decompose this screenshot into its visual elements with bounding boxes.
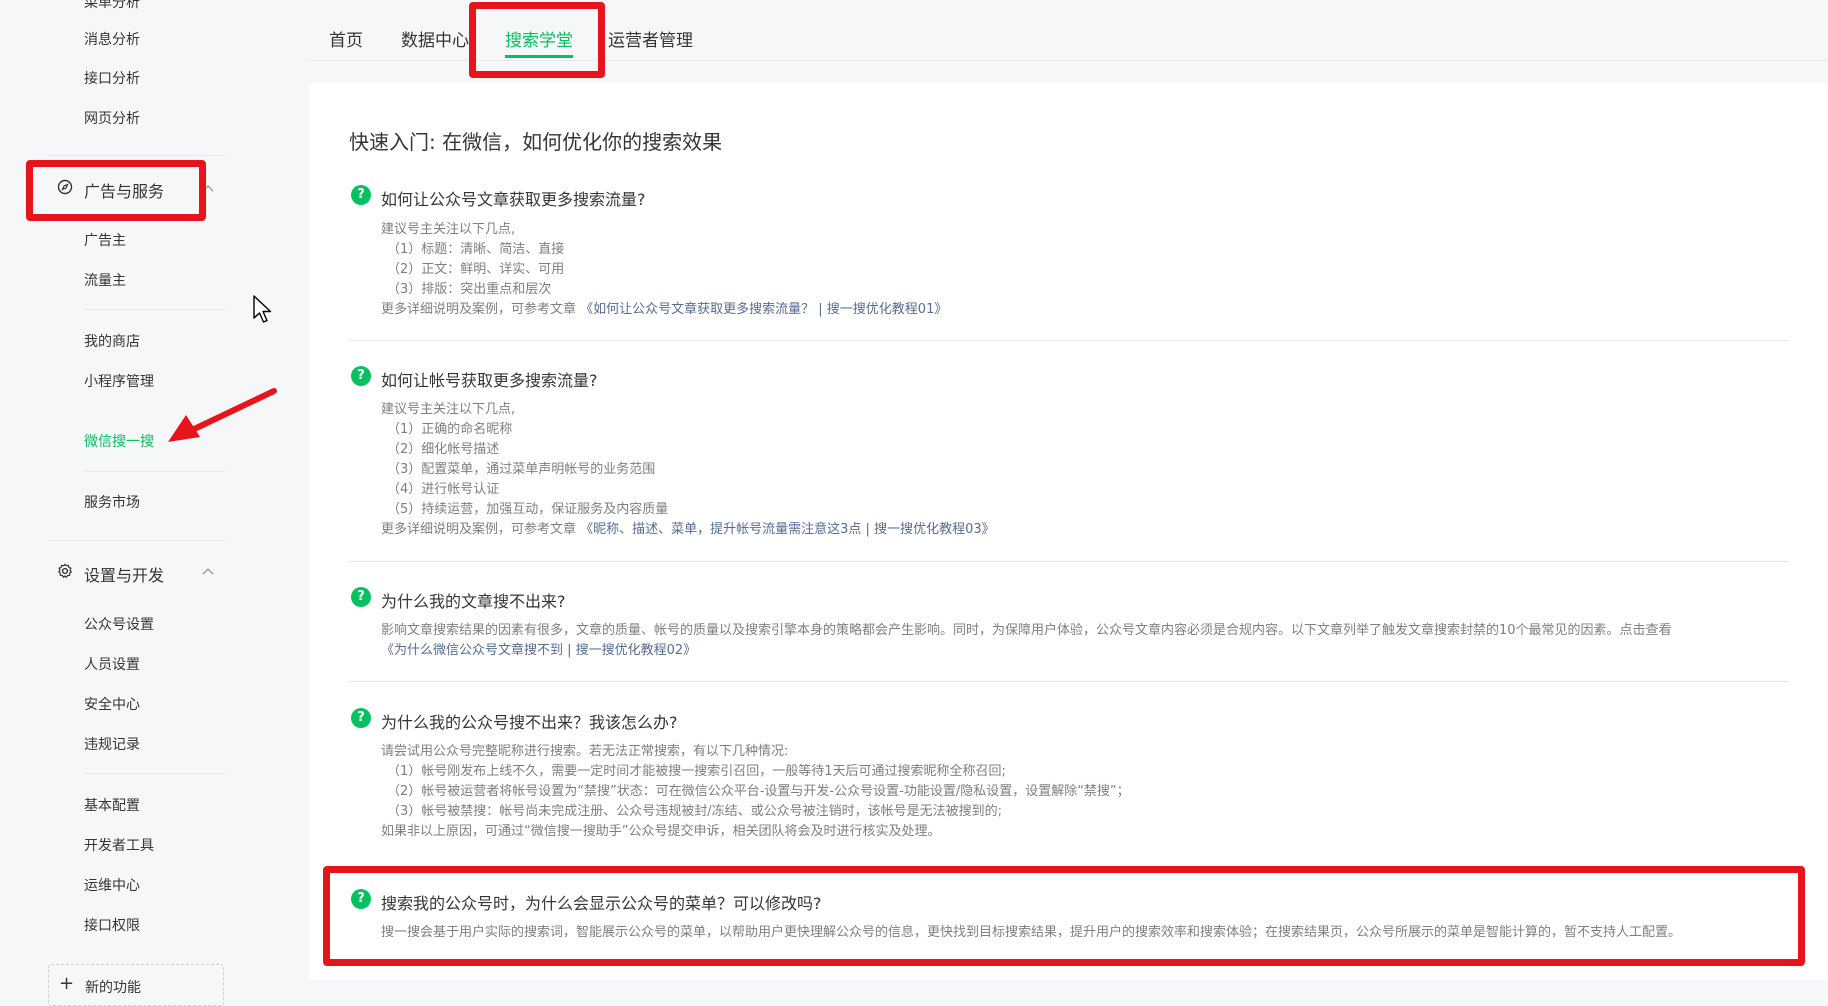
section-text: （3）帐号被禁搜：帐号尚未完成注册、公众号违规被封/冻结、或公众号被注销时，该帐…: [387, 804, 1003, 819]
new-function-label: 新的功能: [85, 980, 141, 996]
section-more-line: 更多详细说明及案例，可参考文章 《如何让公众号文章获取更多搜索流量？ | 搜一搜…: [381, 298, 947, 317]
section-title: 为什么我的公众号搜不出来？我该怎么办?: [381, 713, 678, 732]
question-icon: ?: [351, 587, 371, 607]
sidebar-item-web-analysis[interactable]: 网页分析: [84, 108, 140, 128]
sidebar-divider: [48, 155, 226, 156]
sidebar-item-message-analysis[interactable]: 消息分析: [84, 29, 140, 49]
article-link-line: 《为什么微信公众号文章搜不到 | 搜一搜优化教程02》: [381, 639, 696, 658]
arrow-annotation-icon: [168, 388, 277, 442]
annotation-highlight-section: [323, 866, 1805, 966]
section-title: 如何让帐号获取更多搜索流量?: [381, 371, 598, 390]
sidebar-item-menu-analysis[interactable]: 菜单分析: [84, 0, 140, 12]
sidebar-item-publisher[interactable]: 流量主: [84, 270, 126, 290]
new-function-button[interactable]: + 新的功能: [48, 964, 224, 1006]
sidebar-item-account-settings[interactable]: 公众号设置: [84, 614, 154, 634]
section-text: （2）正文：鲜明、详实、可用: [387, 262, 565, 277]
sidebar-item-ops-center[interactable]: 运维中心: [84, 875, 140, 895]
section-more-line: 更多详细说明及案例，可参考文章 《昵称、描述、菜单，提升帐号流量需注意这3点 |…: [381, 518, 995, 537]
question-icon: ?: [351, 185, 371, 205]
section-text: （2）帐号被运营者将帐号设置为“禁搜”状态：可在微信公众平台-设置与开发-公众号…: [387, 784, 1130, 799]
section-text: （1）标题：清晰、简洁、直接: [387, 242, 565, 257]
article-link[interactable]: 《昵称、描述、菜单，提升帐号流量需注意这3点 | 搜一搜优化教程03》: [580, 522, 994, 537]
tab-data-center[interactable]: 数据中心: [401, 26, 469, 51]
sidebar-item-wechat-search[interactable]: 微信搜一搜: [84, 431, 154, 451]
chevron-up-icon[interactable]: [202, 567, 214, 575]
sidebar-item-api-permissions[interactable]: 接口权限: [84, 915, 140, 935]
sidebar-item-miniprogram[interactable]: 小程序管理: [84, 371, 154, 391]
sidebar-item-advertiser[interactable]: 广告主: [84, 230, 126, 250]
section-text: （3）配置菜单，通过菜单声明帐号的业务范围: [387, 462, 656, 477]
more-prefix: 更多详细说明及案例，可参考文章: [381, 522, 577, 537]
sidebar-item-member-settings[interactable]: 人员设置: [84, 654, 140, 674]
section-title: 为什么我的文章搜不出来?: [381, 592, 566, 611]
sidebar-item-basic-config[interactable]: 基本配置: [84, 795, 140, 815]
section-divider: [349, 681, 1789, 682]
sidebar: 菜单分析 消息分析 接口分析 网页分析 广告与服务 广告主 流量主 我的商店 小…: [0, 0, 260, 1006]
section-text: 影响文章搜索结果的因素有很多，文章的质量、帐号的质量以及搜索引擎本身的策略都会产…: [381, 623, 1672, 638]
sidebar-item-my-store[interactable]: 我的商店: [84, 331, 140, 351]
sidebar-item-service-market[interactable]: 服务市场: [84, 492, 140, 512]
annotation-highlight-tab: [469, 2, 605, 78]
section-divider: [349, 340, 1789, 341]
question-icon: ?: [351, 708, 371, 728]
page-title: 快速入门: 在微信，如何优化你的搜索效果: [349, 130, 723, 154]
section-text: 建议号主关注以下几点,: [381, 402, 516, 417]
annotation-highlight-sidebar: [26, 160, 206, 221]
question-icon: ?: [351, 366, 371, 386]
more-prefix: 更多详细说明及案例，可参考文章: [381, 302, 577, 317]
section-text: 如果非以上原因，可通过“微信搜一搜助手”公众号提交申诉，相关团队将会及时进行核实…: [381, 824, 941, 839]
tab-operator-management[interactable]: 运营者管理: [608, 26, 693, 51]
sidebar-divider: [48, 540, 226, 541]
section-text: （2）细化帐号描述: [387, 442, 500, 457]
section-text: （4）进行帐号认证: [387, 482, 500, 497]
section-text: （1）帐号刚发布上线不久，需要一定时间才能被搜一搜索引召回，一般等待1天后可通过…: [387, 764, 1006, 779]
article-link[interactable]: 《为什么微信公众号文章搜不到 | 搜一搜优化教程02》: [381, 643, 696, 658]
section-text: 建议号主关注以下几点,: [381, 222, 516, 237]
sidebar-item-violation-records[interactable]: 违规记录: [84, 734, 140, 754]
sidebar-item-dev-tools[interactable]: 开发者工具: [84, 835, 154, 855]
gear-icon: [58, 563, 72, 578]
tab-home[interactable]: 首页: [329, 26, 363, 51]
sidebar-item-api-analysis[interactable]: 接口分析: [84, 68, 140, 88]
section-title: 如何让公众号文章获取更多搜索流量?: [381, 190, 646, 209]
section-text: 请尝试用公众号完整昵称进行搜索。若无法正常搜索，有以下几种情况:: [381, 744, 789, 759]
article-link[interactable]: 《如何让公众号文章获取更多搜索流量？ | 搜一搜优化教程01》: [580, 302, 947, 317]
section-text: （3）排版：突出重点和层次: [387, 282, 552, 297]
sidebar-header-settings[interactable]: 设置与开发: [84, 562, 164, 586]
sidebar-divider: [84, 773, 226, 774]
sidebar-item-security-center[interactable]: 安全中心: [84, 694, 140, 714]
sidebar-divider: [84, 309, 226, 310]
plus-icon: +: [59, 973, 75, 994]
section-text: （1）正确的命名昵称: [387, 422, 513, 437]
section-divider: [349, 561, 1789, 562]
section-text: （5）持续运营，加强互动，保证服务及内容质量: [387, 502, 669, 517]
mouse-cursor-icon: [253, 295, 272, 323]
sidebar-divider: [84, 471, 226, 472]
